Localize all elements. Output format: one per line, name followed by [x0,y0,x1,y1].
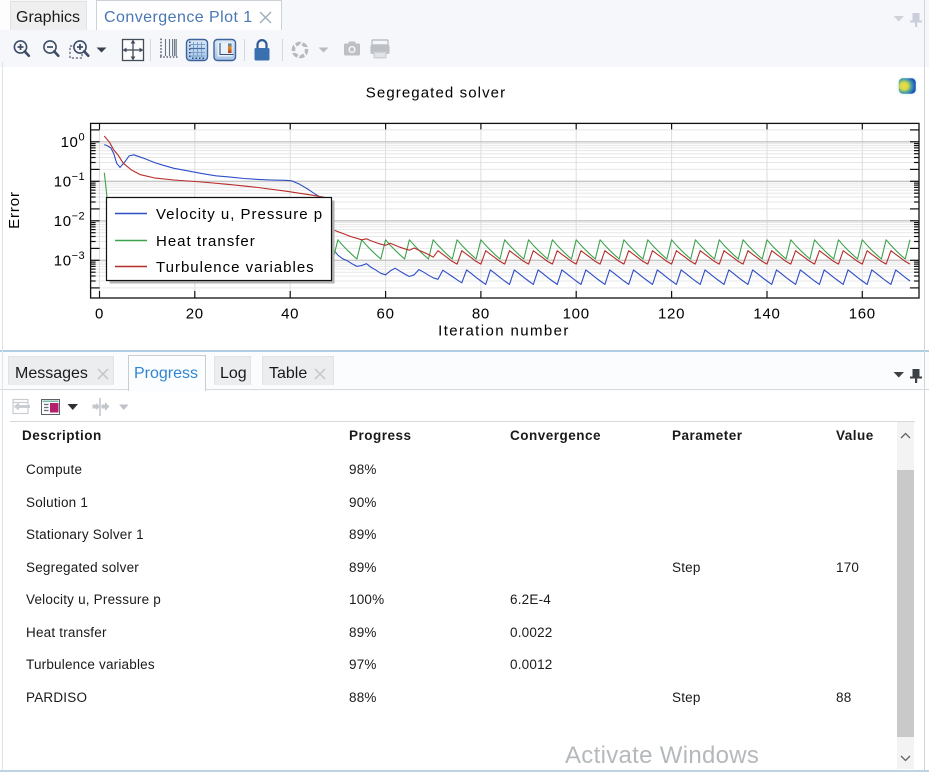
svg-text:10−2: 10−2 [54,211,85,231]
svg-text:80: 80 [472,305,490,322]
svg-text:60: 60 [377,305,395,322]
svg-text:Segregated solver: Segregated solver [366,84,506,101]
svg-text:120: 120 [658,305,685,322]
svg-text:10−3: 10−3 [54,250,85,270]
svg-text:100: 100 [61,132,85,152]
svg-text:140: 140 [753,305,780,322]
svg-text:Heat transfer: Heat transfer [156,233,256,250]
svg-text:0: 0 [95,305,104,322]
svg-text:Error: Error [6,191,23,229]
svg-text:160: 160 [849,305,876,322]
svg-text:Velocity u, Pressure p: Velocity u, Pressure p [156,206,323,223]
svg-text:100: 100 [563,305,590,322]
svg-text:20: 20 [186,305,204,322]
svg-text:10−1: 10−1 [54,171,85,191]
svg-text:40: 40 [281,305,299,322]
svg-text:Iteration number: Iteration number [438,323,570,340]
svg-text:Turbulence variables: Turbulence variables [156,259,315,276]
